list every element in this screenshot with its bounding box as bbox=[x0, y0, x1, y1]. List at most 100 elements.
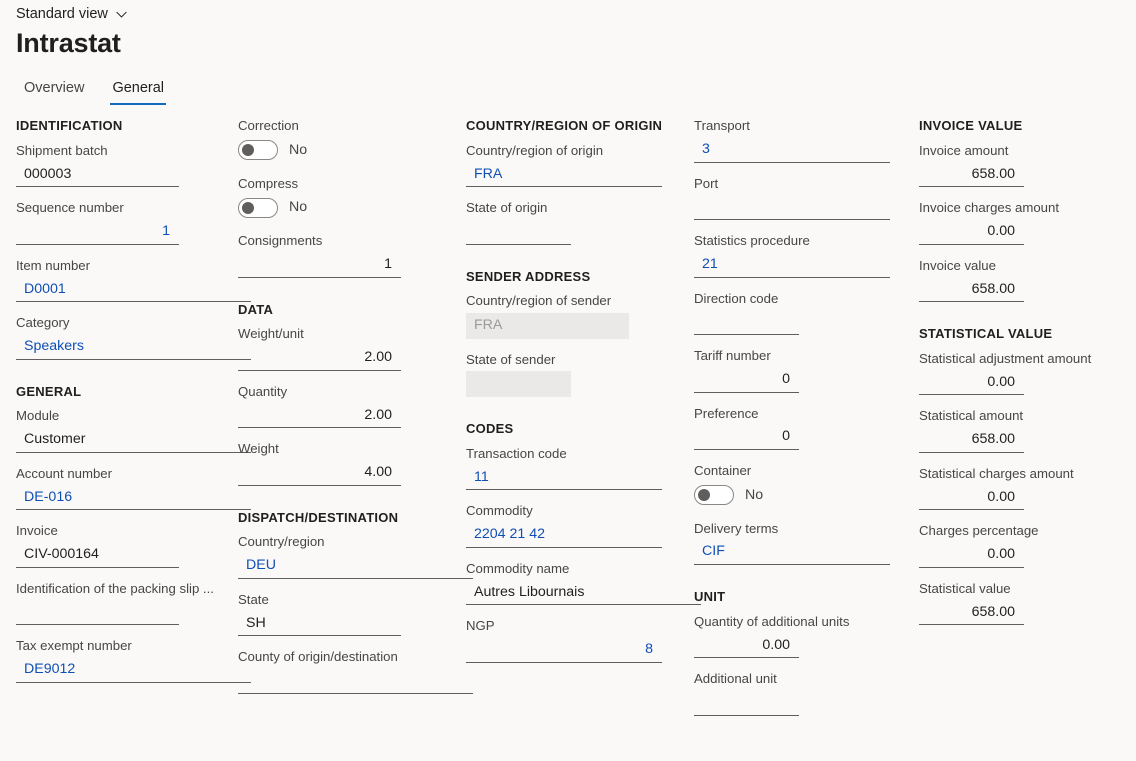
field-input[interactable]: 2.00 bbox=[238, 346, 401, 371]
field-input[interactable]: 2.00 bbox=[238, 403, 401, 428]
field-invoice-charges-amount[interactable]: Invoice charges amount 0.00 bbox=[919, 200, 1130, 245]
field-input[interactable]: 3 bbox=[694, 138, 890, 163]
field-invoice-value[interactable]: Invoice value 658.00 bbox=[919, 258, 1130, 303]
field-input[interactable] bbox=[466, 220, 571, 245]
field-container[interactable]: Container No bbox=[694, 463, 909, 508]
field-input[interactable] bbox=[694, 310, 799, 335]
field-input[interactable]: 658.00 bbox=[919, 600, 1024, 625]
field-input[interactable]: CIF bbox=[694, 540, 890, 565]
field-account-number[interactable]: Account number DE-016 bbox=[16, 466, 228, 511]
toggle-row[interactable]: No bbox=[694, 483, 909, 508]
field-county-of-origin-destination[interactable]: County of origin/destination bbox=[238, 649, 456, 694]
field-country-region[interactable]: Country/region DEU bbox=[238, 534, 456, 579]
field-weight[interactable]: Weight 4.00 bbox=[238, 441, 456, 486]
field-transaction-code[interactable]: Transaction code 11 bbox=[466, 446, 684, 491]
field-statistical-adjustment-amount[interactable]: Statistical adjustment amount 0.00 bbox=[919, 351, 1130, 396]
field-input[interactable]: 4.00 bbox=[238, 461, 401, 486]
field-direction-code[interactable]: Direction code bbox=[694, 291, 909, 336]
view-selector[interactable]: Standard view bbox=[16, 7, 128, 22]
field-input[interactable] bbox=[16, 600, 179, 625]
toggle-row[interactable]: No bbox=[238, 138, 456, 163]
field-invoice[interactable]: Invoice CIV-000164 bbox=[16, 523, 228, 568]
field-input[interactable]: 1 bbox=[16, 220, 179, 245]
tab-general[interactable]: General bbox=[102, 78, 174, 105]
field-value: 1 bbox=[24, 223, 173, 240]
toggle-knob bbox=[698, 489, 710, 501]
correction-toggle-switch[interactable] bbox=[238, 140, 278, 160]
field-statistical-value[interactable]: Statistical value 658.00 bbox=[919, 581, 1130, 626]
field-transport[interactable]: Transport 3 bbox=[694, 118, 909, 163]
toggle-knob bbox=[242, 202, 254, 214]
field-label: Module bbox=[16, 408, 228, 425]
field-input[interactable]: FRA bbox=[466, 162, 662, 187]
field-delivery-terms[interactable]: Delivery terms CIF bbox=[694, 521, 909, 566]
field-value: 21 bbox=[702, 256, 884, 273]
field-shipment-batch[interactable]: Shipment batch 000003 bbox=[16, 143, 228, 188]
field-correction[interactable]: Correction No bbox=[238, 118, 456, 163]
field-commodity-name[interactable]: Commodity name Autres Libournais bbox=[466, 561, 684, 606]
field-input[interactable]: DE9012 bbox=[16, 658, 251, 683]
field-tax-exempt-number[interactable]: Tax exempt number DE9012 bbox=[16, 638, 228, 683]
section-heading-dispatch-destination: DISPATCH/DESTINATION bbox=[238, 510, 456, 526]
field-input[interactable]: 0 bbox=[694, 368, 799, 393]
field-value: 11 bbox=[474, 469, 656, 486]
field-input[interactable]: 0.00 bbox=[694, 633, 799, 658]
field-state[interactable]: State SH bbox=[238, 592, 456, 637]
field-input[interactable]: SH bbox=[238, 611, 401, 636]
field-input[interactable]: Customer bbox=[16, 428, 251, 453]
field-statistical-charges-amount[interactable]: Statistical charges amount 0.00 bbox=[919, 466, 1130, 511]
field-weight-per-unit[interactable]: Weight/unit 2.00 bbox=[238, 326, 456, 371]
toggle-row[interactable]: No bbox=[238, 195, 456, 220]
compress-toggle-switch[interactable] bbox=[238, 198, 278, 218]
field-module[interactable]: Module Customer bbox=[16, 408, 228, 453]
field-input[interactable]: DEU bbox=[238, 554, 473, 579]
field-input[interactable]: 2204 21 42 bbox=[466, 523, 662, 548]
field-port[interactable]: Port bbox=[694, 176, 909, 221]
field-packing-slip-identification[interactable]: Identification of the packing slip ... bbox=[16, 581, 228, 626]
field-input[interactable]: 0.00 bbox=[919, 485, 1024, 510]
field-input[interactable]: 8 bbox=[466, 638, 662, 663]
field-sequence-number[interactable]: Sequence number 1 bbox=[16, 200, 228, 245]
field-label: Direction code bbox=[694, 291, 909, 308]
field-statistics-procedure[interactable]: Statistics procedure 21 bbox=[694, 233, 909, 278]
field-input[interactable]: CIV-000164 bbox=[16, 543, 179, 568]
field-invoice-amount[interactable]: Invoice amount 658.00 bbox=[919, 143, 1130, 188]
field-quantity[interactable]: Quantity 2.00 bbox=[238, 384, 456, 429]
field-ngp[interactable]: NGP 8 bbox=[466, 618, 684, 663]
field-tariff-number[interactable]: Tariff number 0 bbox=[694, 348, 909, 393]
field-country-region-of-origin[interactable]: Country/region of origin FRA bbox=[466, 143, 684, 188]
field-additional-unit[interactable]: Additional unit bbox=[694, 671, 909, 716]
field-consignments[interactable]: Consignments 1 bbox=[238, 233, 456, 278]
field-input[interactable]: 658.00 bbox=[919, 162, 1024, 187]
field-input[interactable]: 0 bbox=[694, 425, 799, 450]
field-preference[interactable]: Preference 0 bbox=[694, 406, 909, 451]
field-state-of-origin[interactable]: State of origin bbox=[466, 200, 684, 245]
column-values: INVOICE VALUE Invoice amount 658.00 Invo… bbox=[909, 118, 1130, 729]
field-input[interactable] bbox=[238, 669, 473, 694]
field-input[interactable] bbox=[694, 691, 799, 716]
field-input[interactable]: 658.00 bbox=[919, 428, 1024, 453]
field-input[interactable]: 21 bbox=[694, 253, 890, 278]
field-input[interactable]: DE-016 bbox=[16, 485, 251, 510]
field-input[interactable]: 1 bbox=[238, 253, 401, 278]
field-item-number[interactable]: Item number D0001 bbox=[16, 258, 228, 303]
field-input[interactable]: 658.00 bbox=[919, 277, 1024, 302]
field-input[interactable]: 0.00 bbox=[919, 220, 1024, 245]
field-charges-percentage[interactable]: Charges percentage 0.00 bbox=[919, 523, 1130, 568]
field-input[interactable] bbox=[694, 195, 890, 220]
field-input[interactable]: 11 bbox=[466, 465, 662, 490]
field-compress[interactable]: Compress No bbox=[238, 176, 456, 221]
field-input[interactable]: D0001 bbox=[16, 277, 251, 302]
field-commodity[interactable]: Commodity 2204 21 42 bbox=[466, 503, 684, 548]
field-input[interactable]: Speakers bbox=[16, 335, 251, 360]
field-input[interactable]: 0.00 bbox=[919, 370, 1024, 395]
field-quantity-of-additional-units[interactable]: Quantity of additional units 0.00 bbox=[694, 614, 909, 659]
field-category[interactable]: Category Speakers bbox=[16, 315, 228, 360]
field-input[interactable]: 0.00 bbox=[919, 543, 1024, 568]
field-input[interactable]: Autres Libournais bbox=[466, 580, 701, 605]
field-input[interactable]: 000003 bbox=[16, 162, 179, 187]
tab-overview[interactable]: Overview bbox=[14, 78, 94, 105]
field-label: Quantity of additional units bbox=[694, 614, 909, 631]
container-toggle-switch[interactable] bbox=[694, 485, 734, 505]
field-statistical-amount[interactable]: Statistical amount 658.00 bbox=[919, 408, 1130, 453]
